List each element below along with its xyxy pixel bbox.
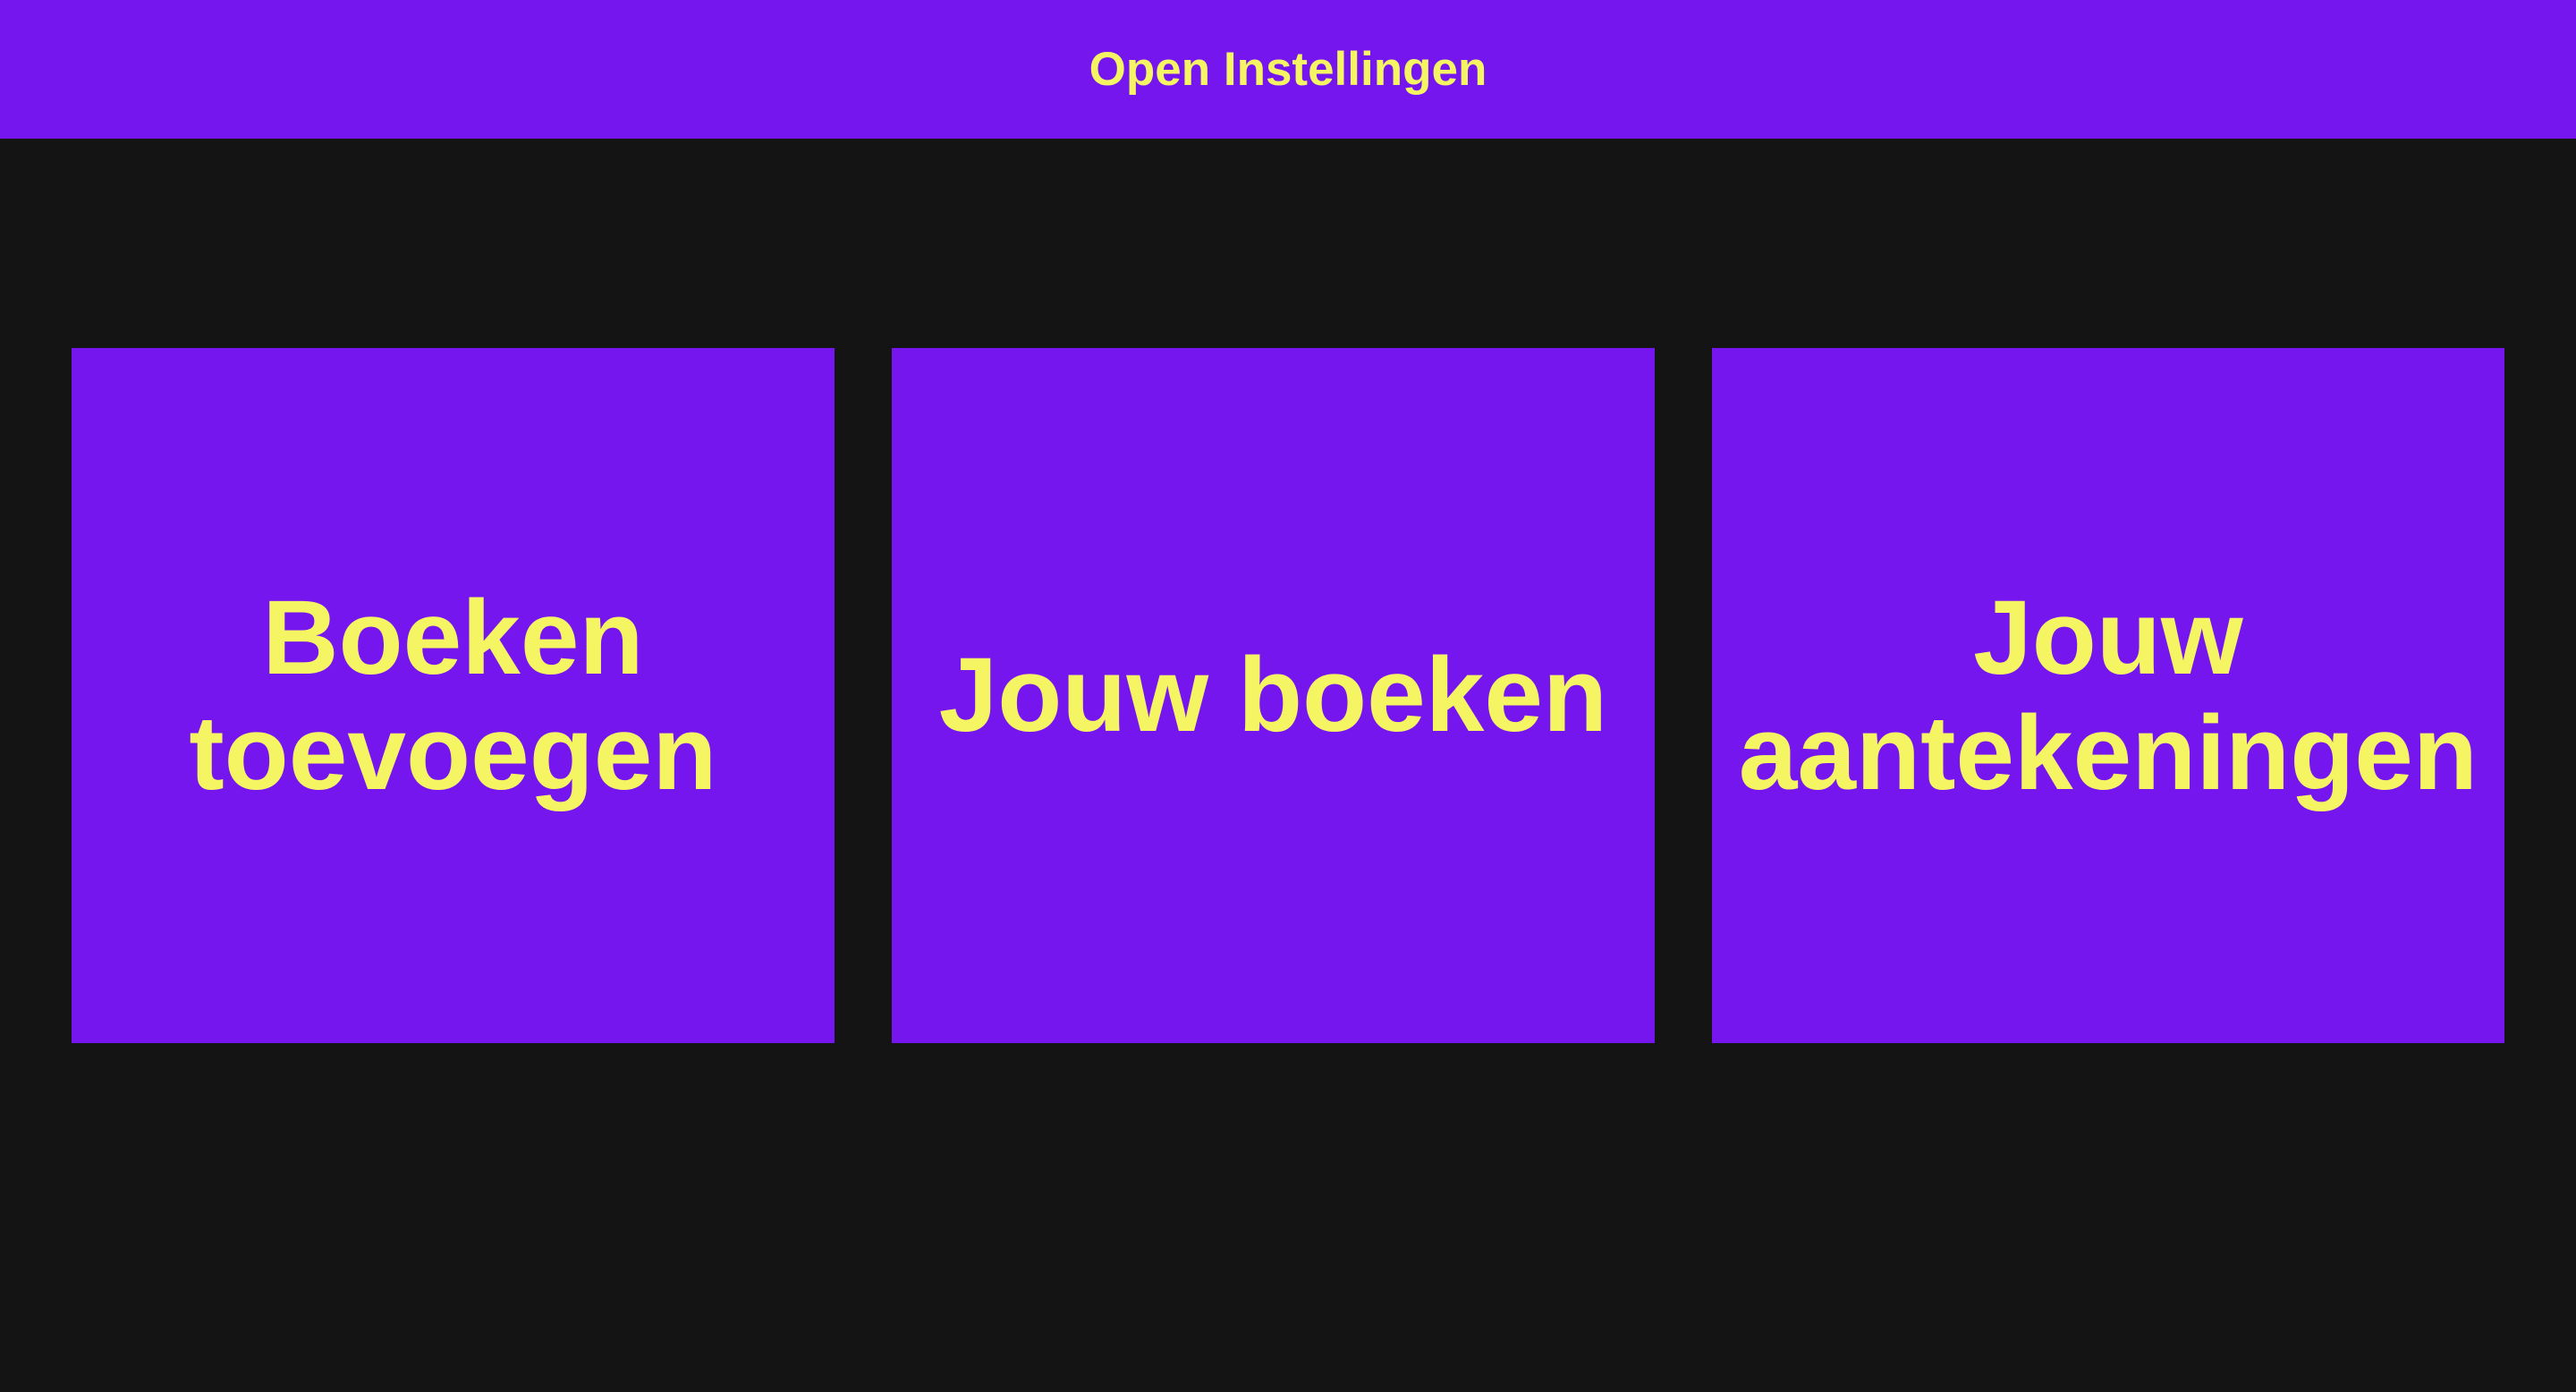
your-notes-tile[interactable]: Jouw aantekeningen (1711, 348, 2505, 1043)
open-settings-button[interactable]: Open Instellingen (1089, 42, 1487, 97)
add-books-tile[interactable]: Boeken toevoegen (72, 348, 835, 1043)
top-bar: Open Instellingen (0, 0, 2576, 139)
your-books-tile-label: Jouw boeken (938, 636, 1608, 754)
add-books-tile-label: Boeken toevoegen (189, 578, 717, 812)
your-notes-tile-label: Jouw aantekeningen (1738, 578, 2479, 812)
your-books-tile[interactable]: Jouw boeken (891, 348, 1655, 1043)
tile-grid: Boeken toevoegen Jouw boeken Jouw aantek… (72, 348, 2505, 1043)
